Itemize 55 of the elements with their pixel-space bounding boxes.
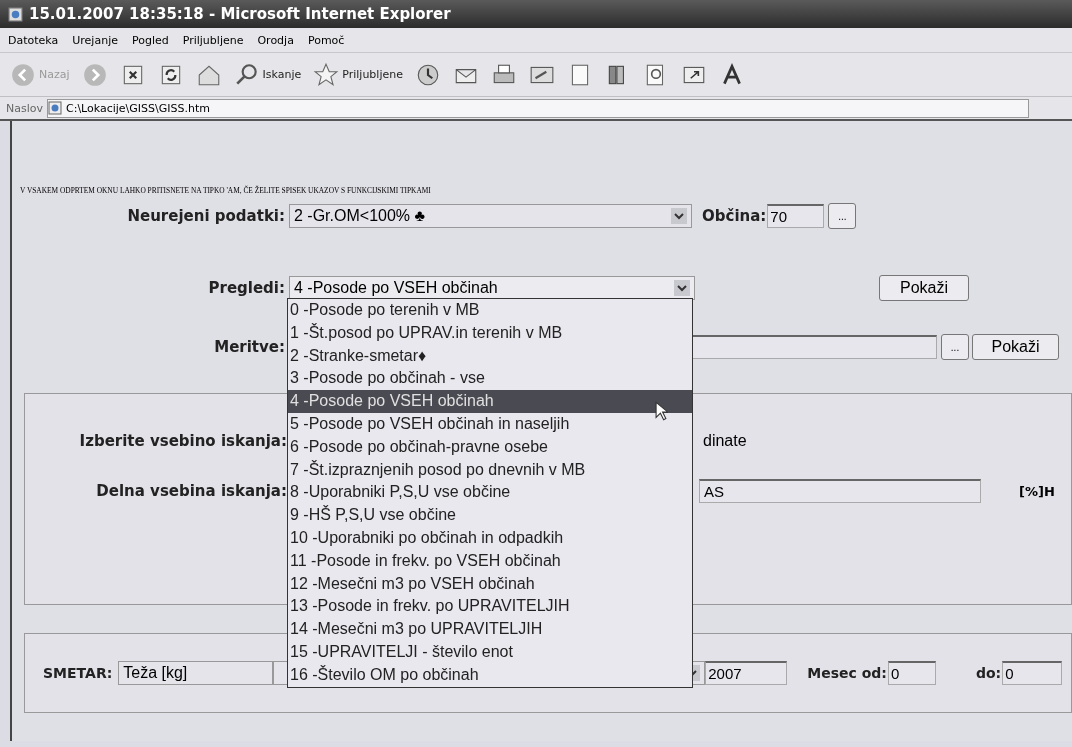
dropdown-option[interactable]: 16 -Število OM po občinah [288,663,692,687]
menu-item[interactable]: Priljubljene [182,33,244,47]
mouse-pointer-icon [655,401,668,421]
dropdown-option[interactable]: 6 -Posode po občinah-pravne osebe [288,435,692,459]
input-field[interactable]: AS [699,479,981,503]
menu-item[interactable]: Urejanje [72,33,118,47]
show-button[interactable]: Pokaži [879,275,969,301]
dropdown-option[interactable]: 7 -Št.izpraznjenih posod po dnevnih v MB [288,458,692,482]
field-label: Neurejeni podatki: [126,207,286,225]
toolbar-button[interactable]: Priljubljene [309,59,407,90]
dropdown-option[interactable]: 11 -Posode in frekv. po VSEH občinah [288,549,692,573]
field-hint: [%]H [1019,483,1055,499]
page-icon [48,101,62,115]
menu-item[interactable]: Pomoč [307,33,345,47]
dropdown-option[interactable]: 0 -Posode po terenih v MB [288,299,692,322]
toolbar-button[interactable]: Iskanje [229,59,306,90]
dropdown-option[interactable]: 2 -Stranke-smetar♦ [288,344,692,368]
field-label: Mesec od: [807,665,887,681]
dropdown-option[interactable]: 14 -Mesečni m3 po UPRAVITELJIH [288,618,692,641]
address-field[interactable]: C:\Lokacije\GISS\GISS.htm [47,98,1029,118]
dropdown-option[interactable]: 9 -HŠ P,S,U vse občine [288,504,692,527]
field-label: Meritve: [213,338,286,356]
field-label: Občina: [702,207,767,225]
input-field[interactable]: 2007 [705,661,788,685]
field-label: do: [975,665,1002,681]
input-field[interactable]: 0 [1002,661,1063,685]
select-field[interactable]: 4 -Posode po VSEH občinah [289,276,695,300]
browse-button[interactable]: ... [828,203,857,229]
dropdown-option[interactable]: 4 -Posode po VSEH občinah [288,390,692,413]
dropdown-option[interactable]: 5 -Posode po VSEH občinah in naseljih [288,413,692,436]
star-icon [313,61,340,88]
option-label: dinate [703,432,747,450]
dropdown-option[interactable]: 10 -Uporabniki po občinah in odpadkih [288,526,692,550]
browse-button[interactable]: ... [941,334,969,360]
field-label: SMETAR: [43,665,113,681]
dropdown-option[interactable]: 12 -Mesečni m3 po VSEH občinah [288,572,692,596]
dropdown-option[interactable]: 8 -Uporabniki P,S,U vse občine [288,481,692,505]
field-label: Izberite vsebino iskanja: [78,432,288,450]
input-field[interactable]: 70 [767,204,825,228]
field-label: Delna vsebina iskanja: [95,482,288,500]
field-label: Pregledi: [207,279,286,297]
menu-item[interactable]: Orodja [257,33,294,47]
menu-item[interactable]: Datoteka [8,33,59,47]
dropdown-option[interactable]: 13 -Posode in frekv. po UPRAVITELJIH [288,595,692,619]
dropdown-option[interactable]: 15 -UPRAVITELJI - število enot [288,640,692,664]
show-button[interactable]: Pokaži [972,334,1059,360]
select-field[interactable]: 2 -Gr.OM<100% ♣ [289,204,692,228]
dropdown-option[interactable]: 1 -Št.posod po UPRAV.in terenih v MB [288,321,692,345]
address-label: Naslov [6,101,43,115]
dropdown-option[interactable]: 3 -Posode po občinah - vse [288,367,692,391]
window-title: 15.01.2007 18:35:18 - Microsoft Internet Explorer [29,5,451,23]
select-field[interactable]: Teža [kg] [118,661,274,685]
input-field[interactable]: 0 [887,661,936,685]
page-icon [8,6,23,22]
menu-item[interactable]: Pogled [131,33,169,47]
